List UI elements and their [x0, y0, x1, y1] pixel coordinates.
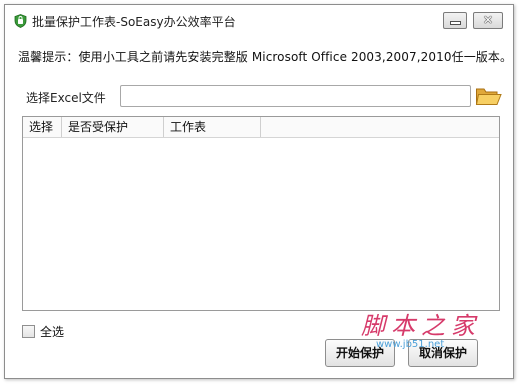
close-button[interactable]: ✕ [473, 12, 503, 29]
dialog-window: 批量保护工作表-SoEasy办公效率平台 ✕ 温馨提示：使用小工具之前请先安装完… [4, 4, 514, 379]
folder-open-icon[interactable] [475, 84, 502, 108]
window-title: 批量保护工作表-SoEasy办公效率平台 [32, 15, 236, 29]
watermark-url: www.jb51.net [376, 339, 445, 350]
file-label: 选择Excel文件 [26, 91, 106, 105]
column-header-select[interactable]: 选择 [23, 117, 62, 137]
tip-text: 温馨提示：使用小工具之前请先安装完整版 Microsoft Office 200… [18, 50, 513, 64]
table-header: 选择 是否受保护 工作表 [23, 117, 499, 138]
watermark-logo: 脚本之家 [361, 312, 481, 340]
excel-file-input[interactable] [120, 85, 471, 107]
minimize-icon [451, 22, 460, 24]
select-all-label: 全选 [40, 325, 65, 339]
close-icon: ✕ [482, 13, 494, 27]
column-header-protected[interactable]: 是否受保护 [62, 117, 164, 137]
select-all[interactable]: 全选 [22, 323, 64, 340]
worksheet-table[interactable]: 选择 是否受保护 工作表 [22, 116, 500, 311]
select-all-checkbox[interactable] [22, 325, 35, 338]
shield-app-icon [14, 14, 27, 28]
minimize-button[interactable] [443, 12, 467, 29]
column-header-worksheet[interactable]: 工作表 [164, 117, 261, 137]
title-bar[interactable]: 批量保护工作表-SoEasy办公效率平台 ✕ [5, 5, 513, 35]
